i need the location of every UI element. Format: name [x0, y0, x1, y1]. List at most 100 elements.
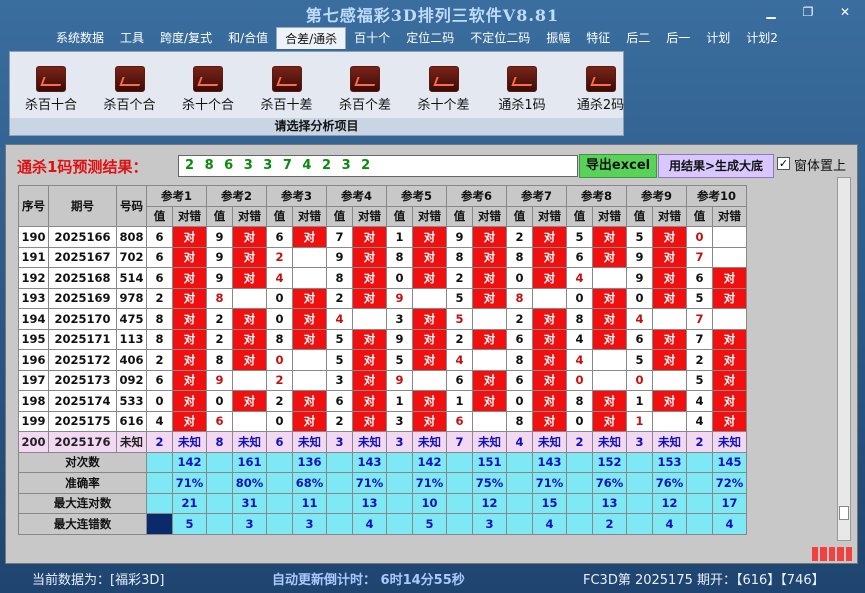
cell-period: 2025175 — [48, 410, 117, 432]
cell-value: 0 — [506, 267, 533, 289]
cell-result: 对 — [532, 246, 567, 268]
menu-item-5[interactable]: 百十个 — [346, 27, 398, 49]
cell-value: 2 — [686, 349, 713, 371]
cell-number: 113 — [116, 328, 147, 350]
ribbon-button-4[interactable]: 杀百个差 — [330, 66, 400, 113]
menu-item-7[interactable]: 不定位二码 — [462, 27, 538, 49]
table-row: 193 2025169 978 2 对 8 0 对 2 对 9 5 对 8 0 对 0 对 5 对 — [18, 287, 747, 309]
chart-icon — [585, 66, 616, 92]
ribbon-button-0[interactable]: 杀百十合 — [16, 66, 86, 113]
stats-spacer — [686, 472, 713, 494]
stats-value: 71% — [352, 472, 387, 494]
menu-item-11[interactable]: 后一 — [658, 27, 698, 49]
cell-value: 2 — [206, 328, 233, 350]
cell-value: 0 — [686, 226, 713, 248]
ribbon-button-7[interactable]: 通杀2码 — [566, 66, 636, 113]
stats-value: 13 — [352, 492, 387, 514]
cell-value: 3 — [386, 308, 413, 330]
col-header-seq: 序号 — [18, 185, 49, 227]
topmost-checkbox[interactable]: ✓ — [777, 157, 790, 170]
restore-button[interactable]: ❐ — [795, 4, 821, 20]
resize-grip[interactable] — [812, 547, 853, 561]
cell-result: 对 — [652, 246, 687, 268]
cell-value: 8 — [206, 349, 233, 371]
cell-value: 5 — [686, 287, 713, 309]
scrollbar-thumb[interactable] — [839, 506, 849, 520]
stats-spacer — [386, 513, 413, 535]
generate-base-button[interactable]: 用结果>生成大底 — [658, 154, 774, 178]
cell-result: 对 — [412, 328, 447, 350]
ribbon-button-label: 杀百十差 — [260, 98, 313, 113]
stats-value: 15 — [532, 492, 567, 514]
menu-item-10[interactable]: 后二 — [618, 27, 658, 49]
cell-result — [292, 246, 327, 268]
cell-value: 8 — [146, 328, 173, 350]
cell-value: 6 — [566, 246, 593, 268]
cell-value: 4 — [686, 390, 713, 412]
stats-spacer — [686, 451, 713, 473]
cell-period: 2025167 — [48, 246, 117, 268]
menu-item-8[interactable]: 振幅 — [538, 27, 578, 49]
export-excel-button[interactable]: 导出excel — [579, 154, 657, 178]
ribbon-button-6[interactable]: 通杀1码 — [487, 66, 557, 113]
prediction-result-field[interactable]: 2 8 6 3 3 7 4 2 3 2 — [178, 155, 578, 177]
cell-value: 1 — [386, 390, 413, 412]
cell-value: 2 — [266, 246, 293, 268]
chart-icon — [350, 66, 380, 92]
cell-result: 对 — [652, 390, 687, 412]
cell-result — [292, 369, 327, 391]
cell-result: 对 — [292, 226, 327, 248]
cell-result — [232, 410, 267, 432]
cell-value: 5 — [626, 226, 653, 248]
ribbon-button-5[interactable]: 杀十个差 — [409, 66, 479, 113]
cell-value: 0 — [266, 410, 293, 432]
stats-spacer — [446, 472, 473, 494]
table-row: 197 2025173 092 6 对 9 2 3 对 9 6 对 6 对 0 0 5 对 — [18, 369, 747, 391]
cell-number: 533 — [116, 390, 147, 412]
close-button[interactable]: ✕ — [832, 4, 858, 20]
menu-item-6[interactable]: 定位二码 — [398, 27, 462, 49]
cell-result: 对 — [232, 308, 267, 330]
cell-result: 对 — [352, 226, 387, 248]
table-row: 195 2025171 113 8 对 2 对 8 对 5 对 9 对 2 对 6 对 4 对 6 对 7 对 — [18, 328, 747, 350]
cell-value: 6 — [266, 226, 293, 248]
ribbon-button-3[interactable]: 杀百十差 — [252, 66, 322, 113]
cell-value: 9 — [206, 369, 233, 391]
stats-value: 17 — [712, 492, 747, 514]
minimize-button[interactable]: ▁ — [758, 4, 784, 20]
menu-item-13[interactable]: 计划2 — [738, 27, 786, 49]
cell-value: 5 — [386, 349, 413, 371]
cell-period: 2025173 — [48, 369, 117, 391]
cell-result — [652, 410, 687, 432]
menu-item-0[interactable]: 系统数据 — [48, 27, 112, 49]
menu-item-1[interactable]: 工具 — [112, 27, 152, 49]
cell-result: 对 — [352, 287, 387, 309]
stats-value: 4 — [352, 513, 387, 535]
vertical-scrollbar[interactable] — [837, 177, 851, 541]
cell-value: 9 — [446, 226, 473, 248]
ribbon-button-2[interactable]: 杀十个合 — [173, 66, 243, 113]
cell-result: 对 — [592, 246, 627, 268]
ribbon-button-1[interactable]: 杀百个合 — [95, 66, 165, 113]
cell-value: 6 — [506, 328, 533, 350]
cell-result: 对 — [712, 287, 747, 309]
cell-result: 对 — [412, 308, 447, 330]
menu-item-12[interactable]: 计划 — [698, 27, 738, 49]
menu-item-4[interactable]: 合差/通杀 — [276, 27, 347, 49]
cell-value: 8 — [506, 349, 533, 371]
menu-item-3[interactable]: 和/合值 — [220, 27, 276, 49]
menu-item-2[interactable]: 跨度/复式 — [152, 27, 220, 49]
stats-value: 76% — [652, 472, 687, 494]
cell-seq: 196 — [18, 349, 49, 371]
col-header-ref: 参考3 — [266, 185, 327, 207]
cell-value: 8 — [266, 328, 293, 350]
cell-result — [712, 246, 747, 268]
cell-value: 5 — [446, 287, 473, 309]
menu-item-9[interactable]: 特征 — [578, 27, 618, 49]
cell-result: 对 — [532, 328, 567, 350]
cell-value: 6 — [146, 369, 173, 391]
cell-result: 未知 — [172, 431, 207, 453]
ribbon-panel: 杀百十合 杀百个合 杀十个合 杀百十差 杀百个差 杀十个差 通杀1码 通杀2码 请选择分析项目 — [9, 51, 624, 136]
cell-period: 2025174 — [48, 390, 117, 412]
stats-value: 71% — [532, 472, 567, 494]
